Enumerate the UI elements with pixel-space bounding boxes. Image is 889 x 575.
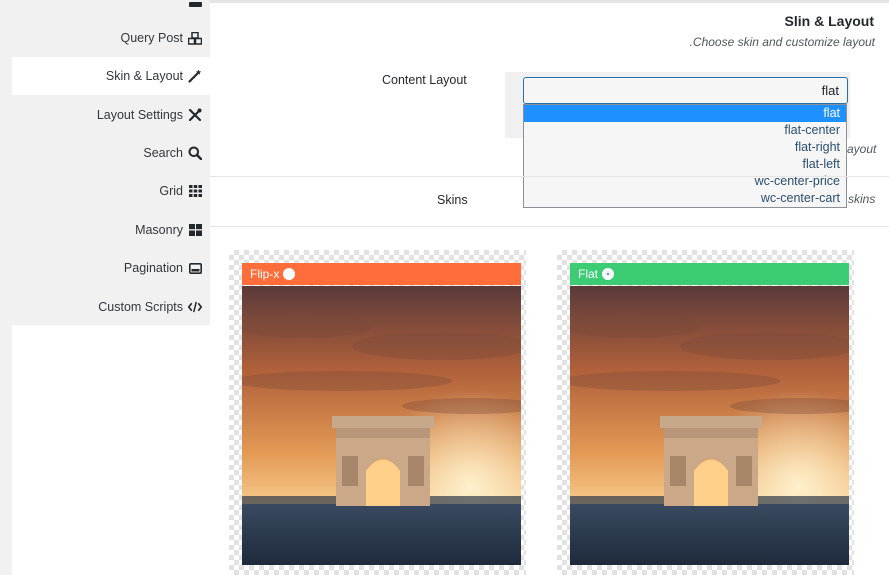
- dropdown-option-flat-left[interactable]: flat-left: [524, 156, 846, 173]
- tools-icon: [188, 108, 202, 122]
- sidebar-item-grid[interactable]: Grid: [12, 172, 210, 210]
- sidebar-item-label: Pagination: [123, 261, 183, 275]
- dropdown-option-flat-right[interactable]: flat-right: [524, 139, 846, 156]
- partial-icon: [188, 0, 202, 12]
- sidebar-item-pagination[interactable]: Pagination: [12, 249, 210, 287]
- sidebar-item-custom-scripts[interactable]: Custom Scripts: [12, 288, 210, 326]
- masonry-icon: [188, 223, 202, 237]
- skin-name: Flip-x: [250, 267, 280, 281]
- skin-card-flip-x[interactable]: Flip-x: [229, 250, 526, 575]
- section-subtitle: .Choose skin and customize layout: [689, 35, 875, 49]
- dropdown-option-wc-center-cart[interactable]: wc-center-cart: [524, 190, 846, 207]
- section-divider: [210, 176, 889, 177]
- content-layout-label: Content Layout: [382, 73, 467, 87]
- skins-label: Skins: [437, 193, 468, 207]
- content-layout-hint: ayout: [847, 142, 877, 156]
- skin-card-header[interactable]: Flip-x: [242, 263, 521, 285]
- grid-icon: [188, 184, 202, 198]
- pagination-icon: [188, 261, 202, 275]
- content-layout-dropdown: flat flat-center flat-right flat-left wc…: [523, 104, 847, 208]
- sidebar-item-label: Grid: [159, 184, 183, 198]
- dropdown-option-flat-center[interactable]: flat-center: [524, 122, 846, 139]
- skin-radio[interactable]: [283, 268, 296, 280]
- sidebar-item-layout-settings[interactable]: Layout Settings: [12, 96, 210, 134]
- skin-name: Flat: [578, 267, 599, 281]
- settings-panel: Slin & Layout .Choose skin and customize…: [210, 0, 889, 575]
- top-border: [210, 0, 889, 3]
- skin-radio-selected[interactable]: [602, 268, 615, 280]
- sidebar-item-label: Query Post: [120, 31, 183, 45]
- cubes-icon: [188, 31, 202, 45]
- sidebar-item-label: Masonry: [135, 223, 183, 237]
- sidebar-item-skin-layout[interactable]: Skin & Layout: [12, 57, 210, 95]
- section-divider: [210, 226, 889, 227]
- content-layout-select[interactable]: flat: [523, 77, 848, 104]
- sidebar-item-label: Custom Scripts: [98, 300, 183, 314]
- dropdown-option-flat[interactable]: flat: [524, 105, 846, 122]
- code-icon: [188, 300, 202, 314]
- settings-sidebar: Query Post Skin & Layout Layout Settings…: [12, 0, 210, 575]
- sidebar-item-label: Search: [143, 146, 183, 160]
- sidebar-item-query-post[interactable]: Query Post: [12, 19, 210, 57]
- sidebar-item-label: Skin & Layout: [105, 69, 183, 83]
- sidebar-item-partial[interactable]: [12, 0, 210, 10]
- sidebar-item-search[interactable]: Search: [12, 134, 210, 172]
- sidebar-empty-area: [12, 325, 210, 575]
- skin-preview-image: [242, 286, 521, 565]
- magic-wand-icon: [188, 69, 202, 83]
- skin-card-flat[interactable]: Flat: [557, 250, 854, 575]
- skins-hint: skins: [848, 192, 876, 206]
- skin-preview-image: [570, 286, 849, 565]
- sidebar-item-masonry[interactable]: Masonry: [12, 211, 210, 249]
- search-icon: [188, 146, 202, 160]
- section-title: Slin & Layout: [784, 13, 874, 29]
- skin-card-header[interactable]: Flat: [570, 263, 849, 285]
- sidebar-item-label: Layout Settings: [96, 108, 183, 122]
